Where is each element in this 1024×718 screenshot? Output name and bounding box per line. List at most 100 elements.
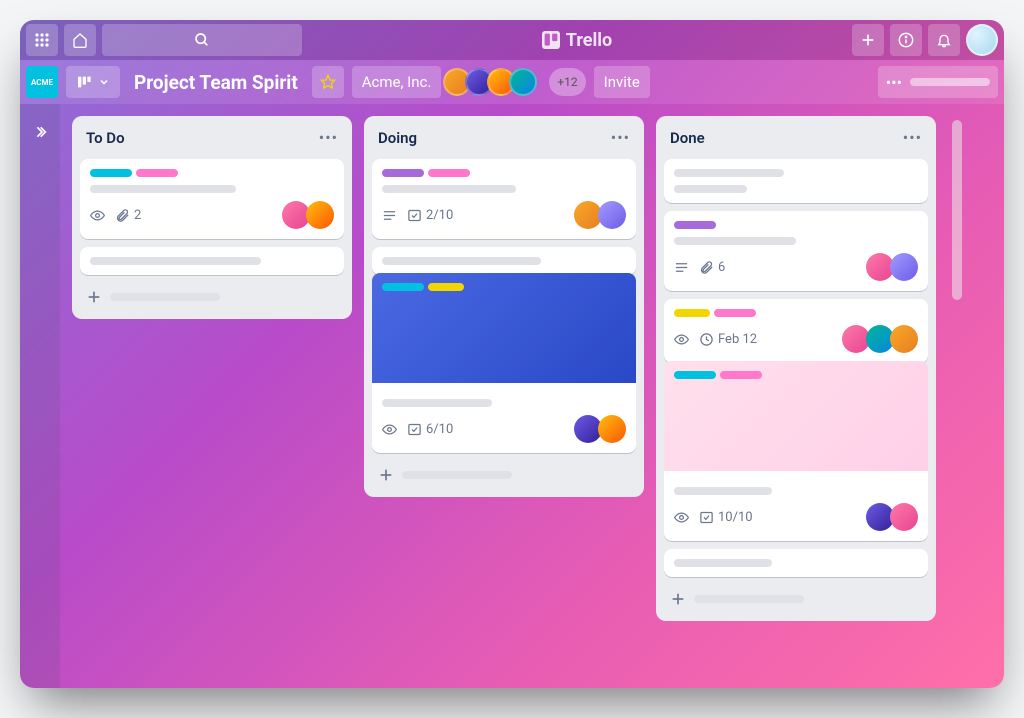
card[interactable]: 6 <box>664 211 928 291</box>
label-pink <box>136 169 178 177</box>
label-yellow <box>428 283 464 291</box>
plus-icon <box>860 32 876 48</box>
checklist-badge: 6/10 <box>407 422 453 437</box>
checklist-icon <box>407 422 422 437</box>
checklist-badge: 10/10 <box>699 510 753 525</box>
card-member <box>890 503 918 531</box>
board-area: To Do ••• <box>20 104 1004 688</box>
card-cover <box>664 361 928 471</box>
list-title[interactable]: Done <box>670 129 705 147</box>
sidebar-collapsed <box>20 104 60 688</box>
chevron-down-icon <box>98 76 110 88</box>
add-card-button[interactable] <box>372 461 636 489</box>
app-name: Trello <box>566 30 612 51</box>
clock-icon <box>699 332 714 347</box>
star-icon <box>320 74 336 90</box>
attachment-badge: 2 <box>115 208 141 223</box>
card[interactable]: 2/10 <box>372 159 636 239</box>
board-title[interactable]: Project Team Spirit <box>128 71 304 94</box>
trello-logo-icon <box>542 31 560 49</box>
watch-badge <box>674 332 689 347</box>
list-menu-button[interactable]: ••• <box>611 128 630 147</box>
member-avatar[interactable] <box>509 68 537 96</box>
label-cyan <box>90 169 132 177</box>
board-icon <box>76 74 92 90</box>
card[interactable] <box>80 247 344 275</box>
plus-icon <box>670 591 686 607</box>
label-cyan <box>674 371 716 379</box>
list-title[interactable]: Doing <box>378 129 417 147</box>
lists-container: To Do ••• <box>60 104 1004 688</box>
plus-icon <box>378 467 394 483</box>
eye-icon <box>382 422 397 437</box>
label-purple <box>382 169 424 177</box>
paperclip-icon <box>115 208 130 223</box>
add-card-button[interactable] <box>664 585 928 613</box>
description-icon <box>674 260 689 275</box>
card[interactable]: 10/10 <box>664 371 928 541</box>
eye-icon <box>674 510 689 525</box>
expand-sidebar-button[interactable] <box>28 120 52 144</box>
list-menu-button[interactable]: ••• <box>319 128 338 147</box>
label-pink <box>714 309 756 317</box>
create-button[interactable] <box>852 24 884 56</box>
eye-icon <box>90 208 105 223</box>
info-button[interactable] <box>890 24 922 56</box>
member-stack[interactable] <box>449 68 537 96</box>
card-member <box>598 415 626 443</box>
chevron-right-icon <box>32 124 48 140</box>
watch-badge <box>90 208 105 223</box>
user-avatar[interactable] <box>966 24 998 56</box>
notifications-button[interactable] <box>928 24 960 56</box>
topbar: Trello <box>20 20 1004 60</box>
eye-icon <box>674 332 689 347</box>
list-title[interactable]: To Do <box>86 129 125 147</box>
workspace-button[interactable]: Acme, Inc. <box>352 66 442 98</box>
plus-icon <box>86 289 102 305</box>
board-menu-button[interactable]: ••• <box>878 66 998 98</box>
description-icon <box>382 208 397 223</box>
card-member <box>890 325 918 353</box>
label-pink <box>428 169 470 177</box>
invite-button[interactable]: Invite <box>594 66 650 98</box>
list-todo: To Do ••• <box>72 116 352 319</box>
app-brand: Trello <box>308 30 846 51</box>
search-input[interactable] <box>102 24 302 56</box>
description-badge <box>382 208 397 223</box>
more-members-count[interactable]: +12 <box>549 68 585 96</box>
bell-icon <box>936 32 952 48</box>
info-icon <box>898 32 914 48</box>
home-button[interactable] <box>64 24 96 56</box>
label-purple <box>674 221 716 229</box>
card[interactable] <box>372 247 636 275</box>
card-member <box>598 201 626 229</box>
star-button[interactable] <box>312 66 344 98</box>
card-member <box>890 253 918 281</box>
checklist-badge: 2/10 <box>407 208 453 223</box>
scrollbar-thumb[interactable] <box>952 120 962 300</box>
card[interactable] <box>664 159 928 203</box>
card[interactable]: 6/10 <box>372 283 636 453</box>
list-menu-button[interactable]: ••• <box>903 128 922 147</box>
checklist-icon <box>699 510 714 525</box>
paperclip-icon <box>699 260 714 275</box>
list-doing: Doing ••• <box>364 116 644 497</box>
watch-badge <box>674 510 689 525</box>
label-pink <box>720 371 762 379</box>
add-card-button[interactable] <box>80 283 344 311</box>
label-cyan <box>382 283 424 291</box>
scrollbar[interactable] <box>952 120 962 300</box>
watch-badge <box>382 422 397 437</box>
list-done: Done ••• <box>656 116 936 621</box>
search-icon <box>194 32 210 48</box>
apps-button[interactable] <box>26 24 58 56</box>
board-view-switcher[interactable] <box>66 66 120 98</box>
card[interactable]: 2 <box>80 159 344 239</box>
card[interactable]: Feb 12 <box>664 299 928 363</box>
card[interactable] <box>664 549 928 577</box>
attachment-badge: 6 <box>699 260 725 275</box>
due-date-badge: Feb 12 <box>699 332 757 347</box>
workspace-logo: ACME <box>26 66 58 98</box>
label-yellow <box>674 309 710 317</box>
app-window: Trello ACME Project Team Spirit Acme, In… <box>20 20 1004 688</box>
